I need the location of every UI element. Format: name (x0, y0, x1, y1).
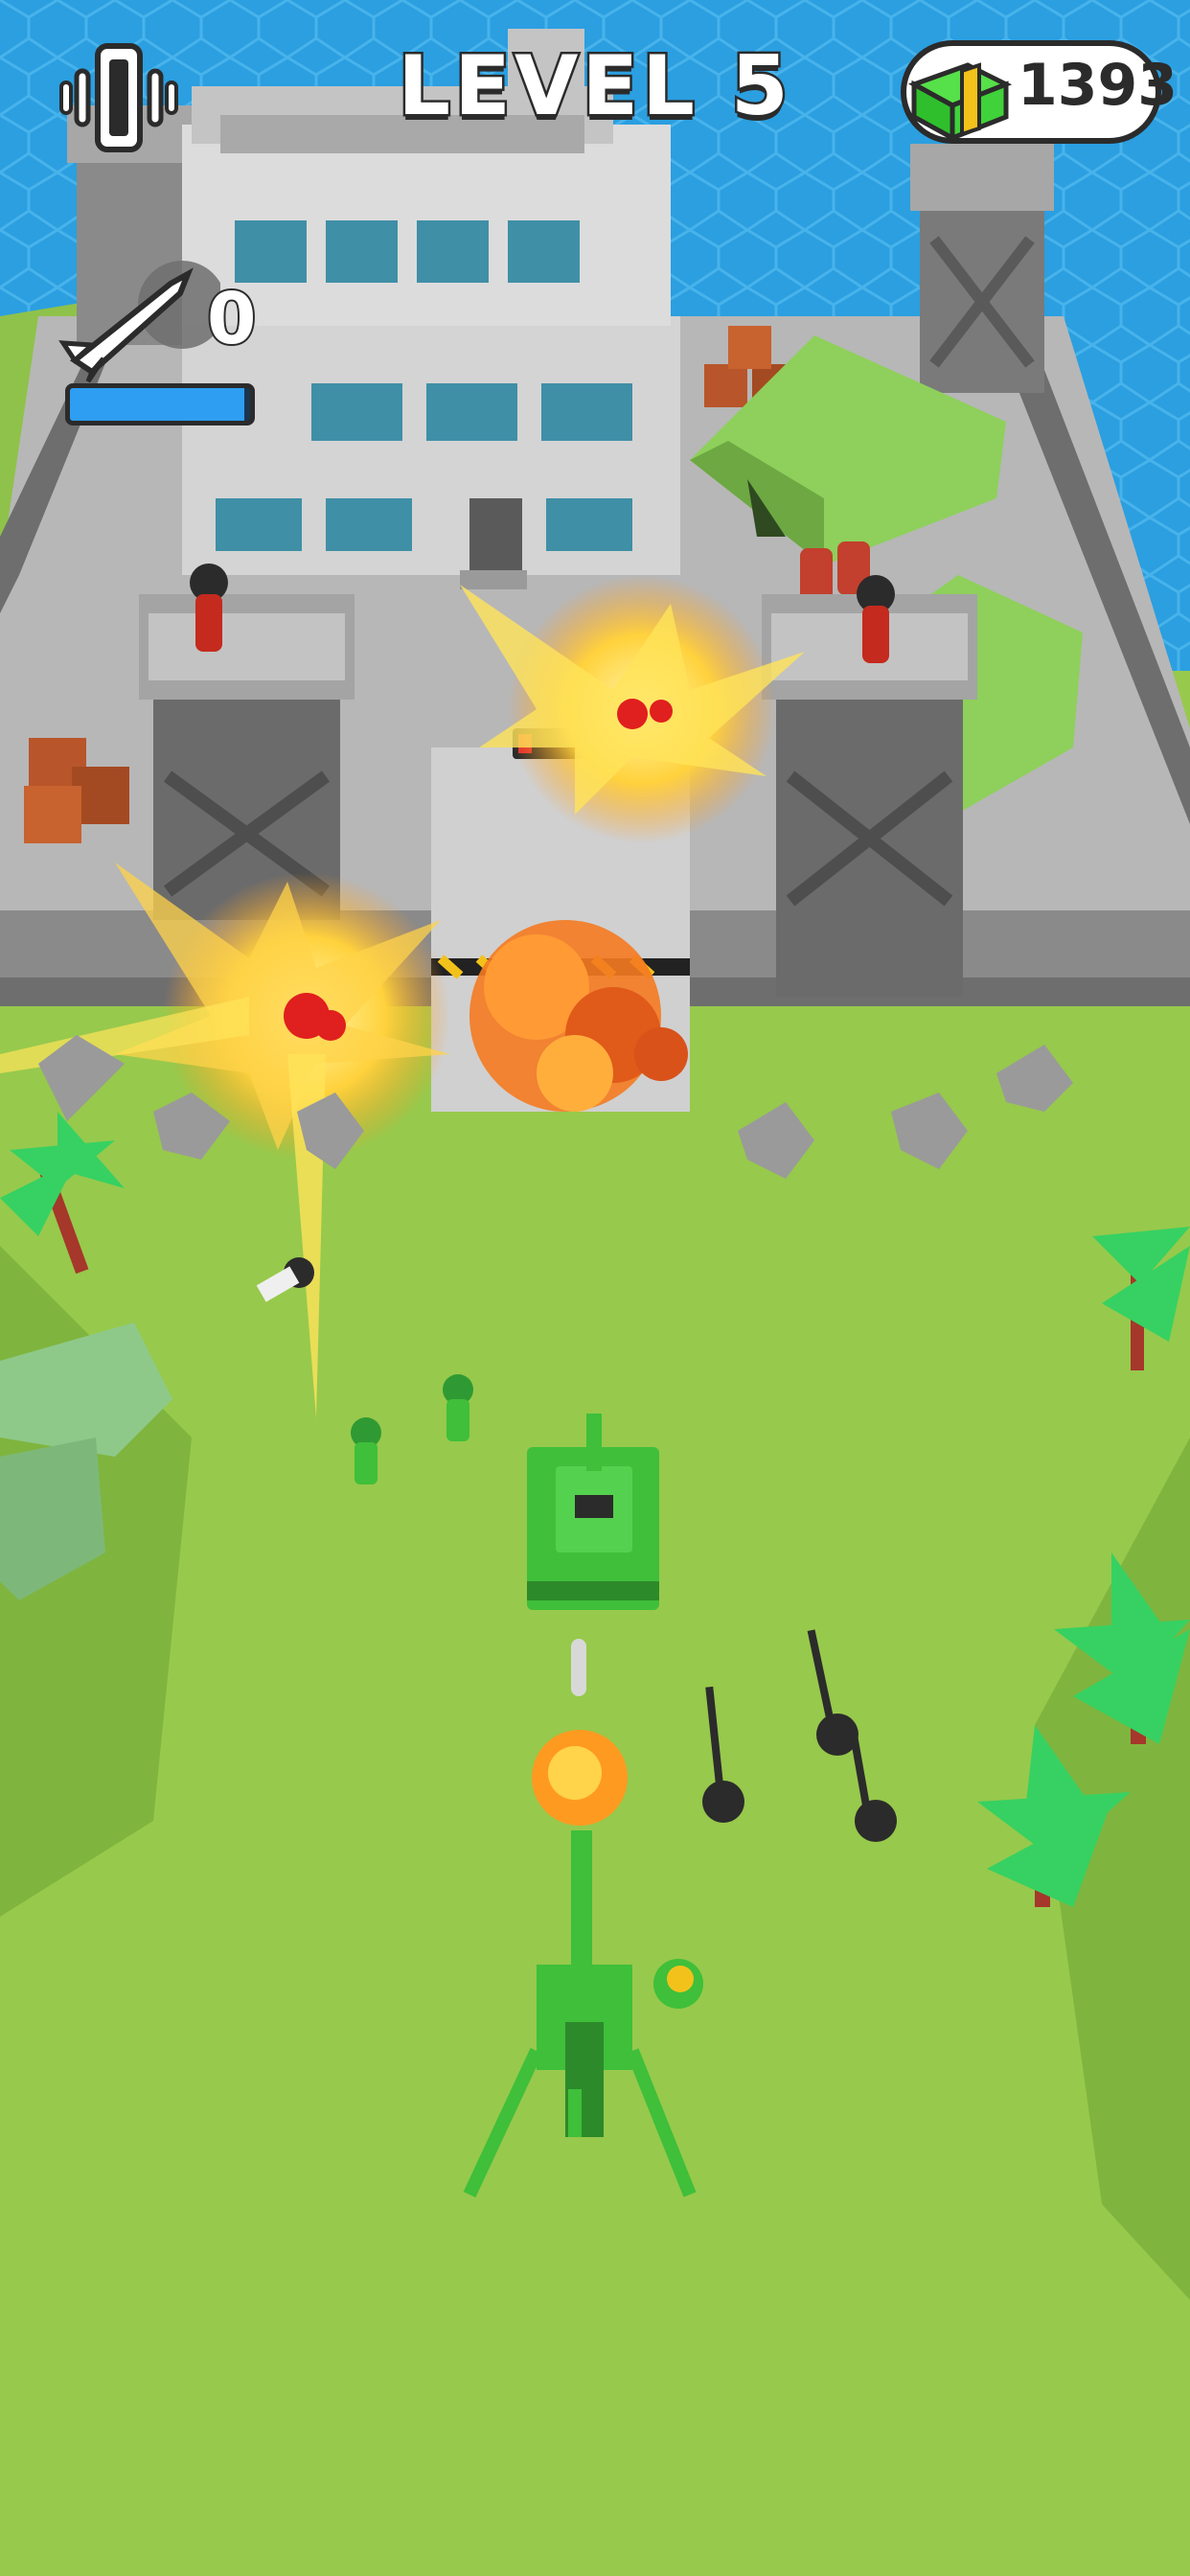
missile-charge-fill (70, 388, 245, 421)
allied-soldier (351, 1417, 381, 1484)
enemy-soldier[interactable] (190, 564, 228, 652)
cash-stack-icon (901, 36, 1014, 150)
cash-amount: 1393 (1018, 52, 1178, 119)
missile-count: 0 (205, 276, 258, 362)
enemy-soldier[interactable] (857, 575, 895, 663)
muzzle-flash (532, 1730, 628, 1826)
missile-icon[interactable] (57, 249, 226, 383)
missile-charge-bar (65, 383, 255, 426)
watchtower-front-left (139, 594, 355, 920)
allied-soldier (443, 1374, 473, 1441)
watchtower-back-right (910, 144, 1054, 393)
artillery-shell (571, 1639, 586, 1696)
